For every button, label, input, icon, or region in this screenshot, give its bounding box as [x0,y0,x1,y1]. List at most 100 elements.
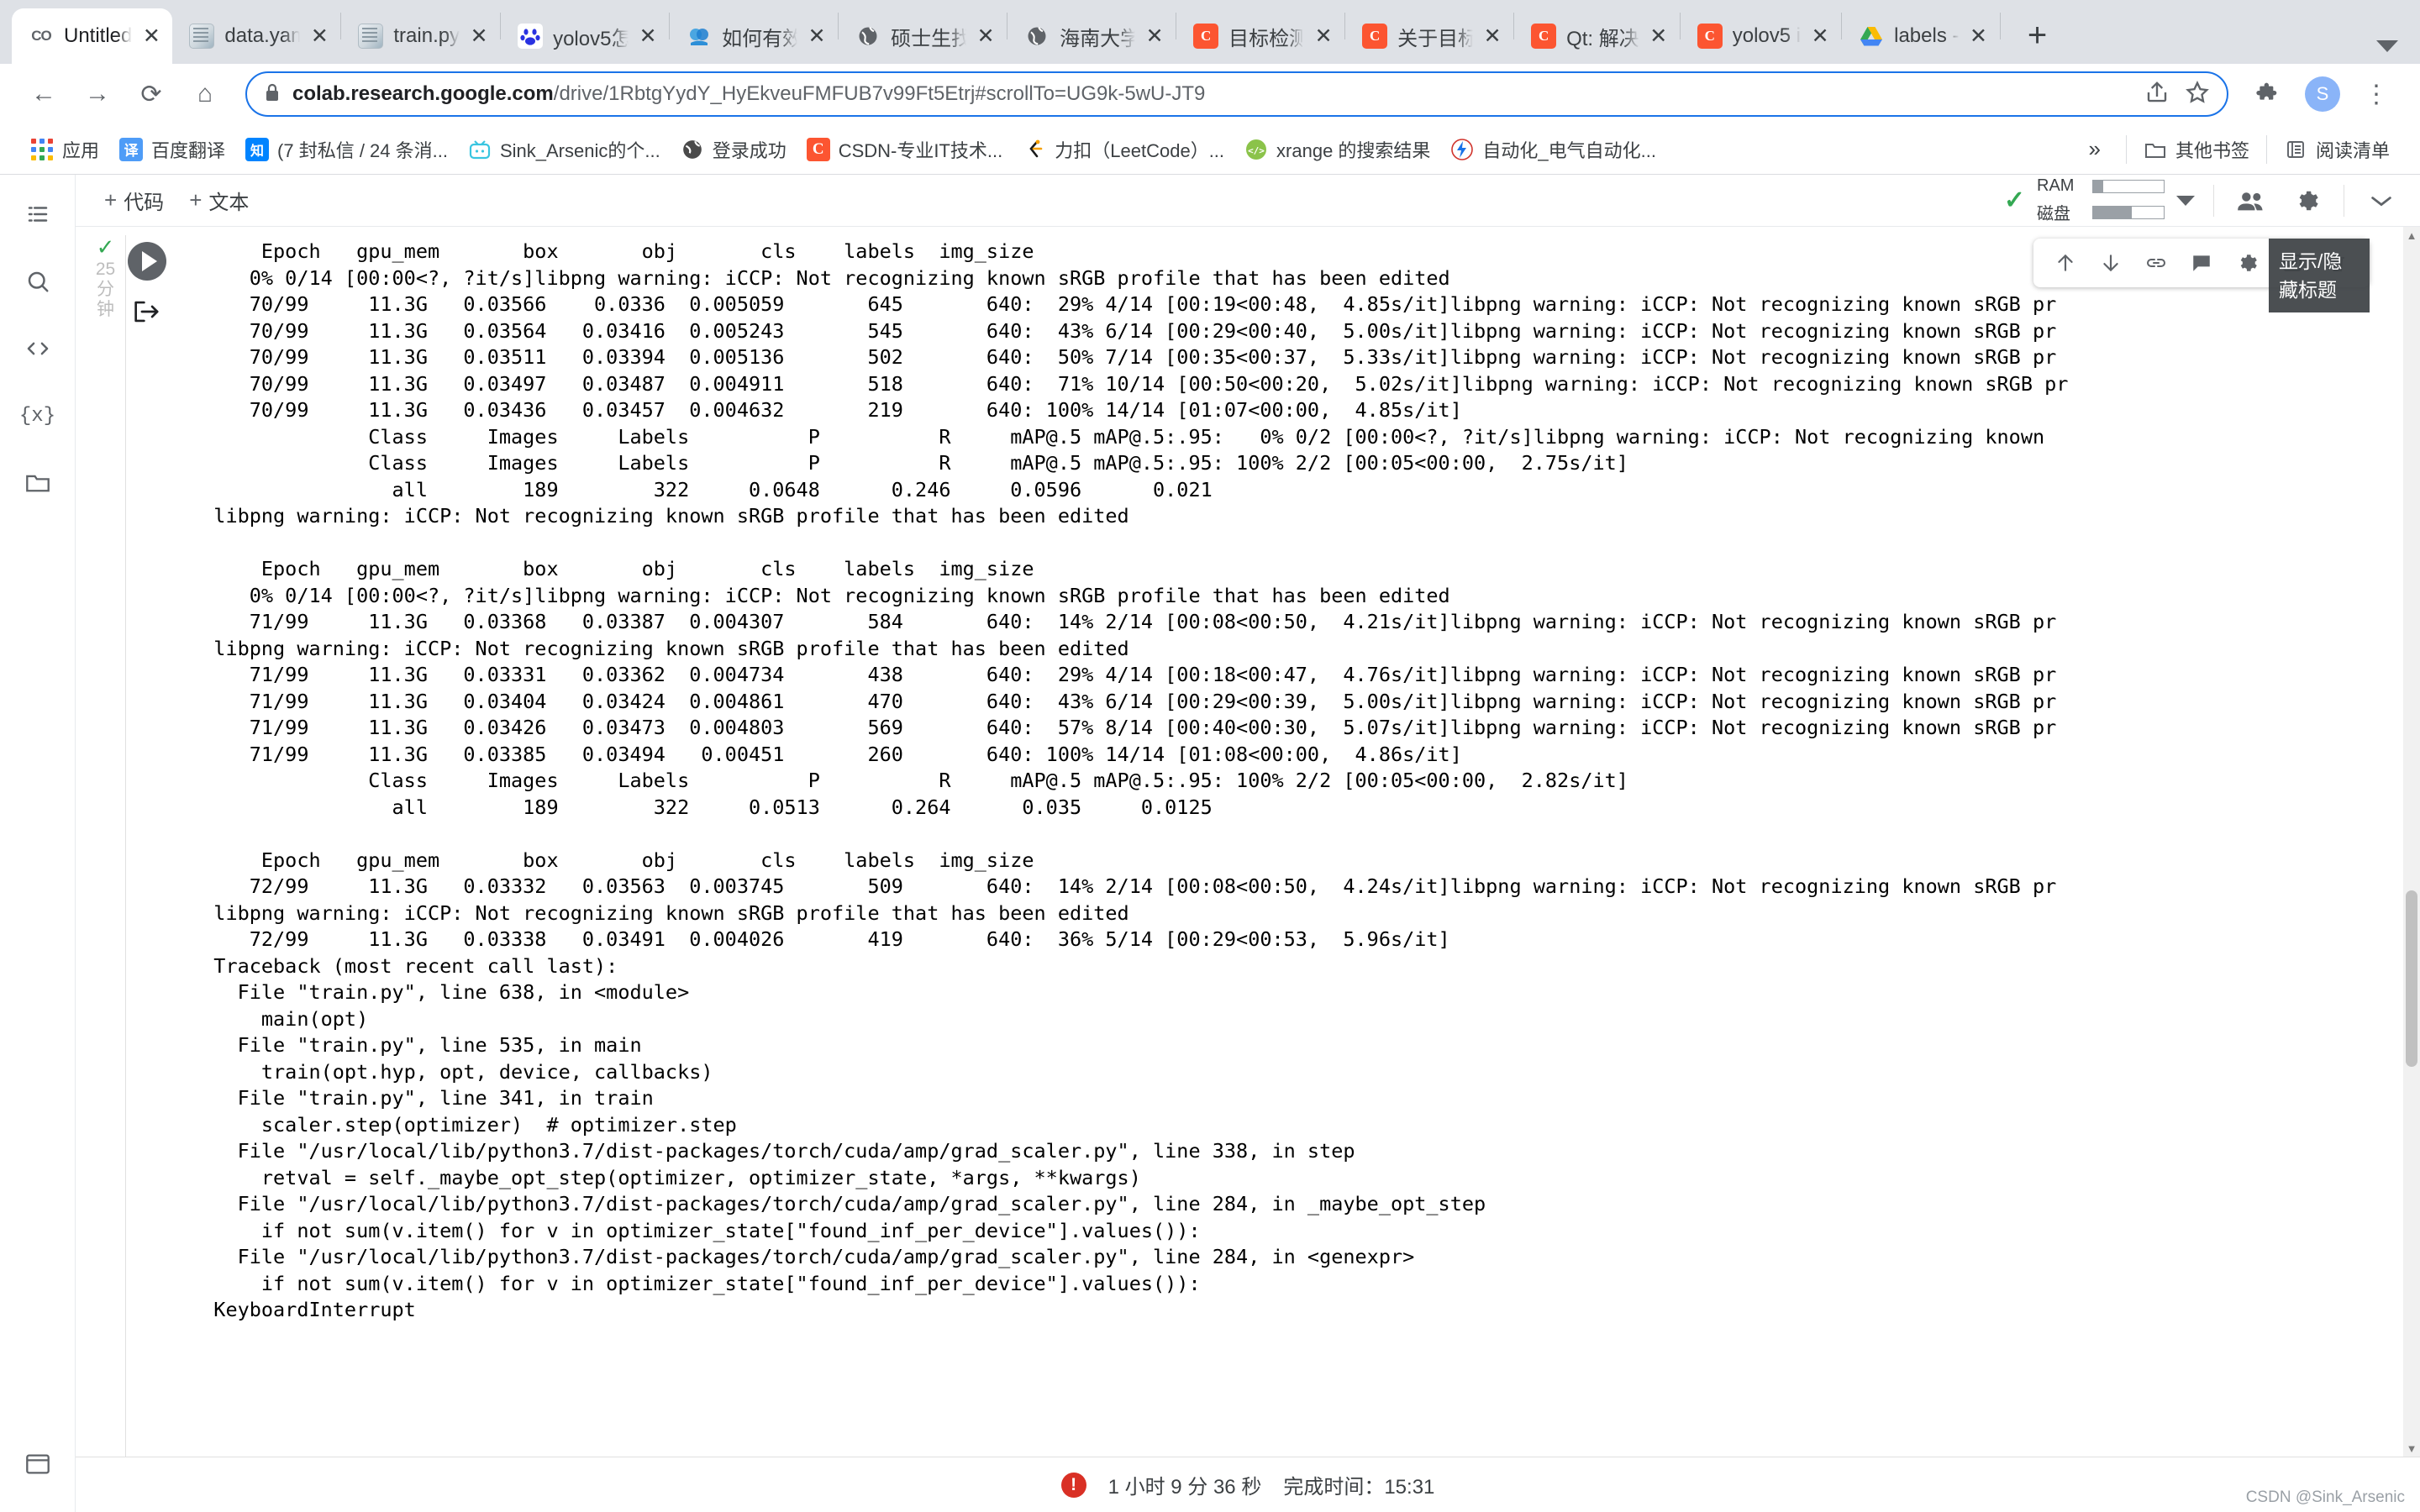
bookmark-apps[interactable]: 应用 [20,131,109,168]
tab-label: data.yaml [224,24,300,48]
bookmark-automation[interactable]: 自动化_电气自动化... [1440,131,1666,168]
tab-9[interactable]: C Qt: 解决 ✕ [1514,8,1680,64]
globe-icon [1024,24,1050,49]
bookmark-bilibili[interactable]: Sink_Arsenic的个... [458,131,671,168]
tab-close-icon[interactable]: ✕ [639,26,657,47]
tab-label: yolov5怎 [553,22,629,51]
tab-2[interactable]: train.py ✕ [341,8,500,64]
bookmarks-overflow-button[interactable]: » [2070,136,2119,162]
url-text: colab.research.google.com/drive/1RbtgYyd… [292,82,2133,106]
chevron-down-icon[interactable] [2363,182,2400,219]
search-icon[interactable] [15,259,60,304]
tab-close-icon[interactable]: ✕ [1649,26,1668,47]
scroll-down-arrow[interactable]: ▼ [2403,1440,2420,1457]
scrollbar-thumb[interactable] [2406,890,2417,1067]
gear-icon[interactable] [2288,182,2325,219]
tab-8[interactable]: C 关于目标 ✕ [1345,8,1513,64]
people-icon[interactable] [2233,182,2270,219]
tab-label: 关于目标 [1397,22,1473,51]
tab-5[interactable]: 硕士生找 ✕ [839,8,1007,64]
reload-button[interactable]: ⟳ [126,69,176,119]
tab-close-icon[interactable]: ✕ [1811,26,1829,47]
table-of-contents-icon[interactable] [15,192,60,237]
tab-7[interactable]: C 目标检测 ✕ [1176,8,1344,64]
tab-10[interactable]: C yolov5 i ✕ [1681,8,1841,64]
bookmark-login[interactable]: 登录成功 [671,131,797,168]
baidu-translate-icon: 译 [119,138,143,161]
tab-close-icon[interactable]: ✕ [310,26,329,47]
chevron-down-icon[interactable] [2176,196,2195,206]
bookmark-xrange[interactable]: </> xrange 的搜索结果 [1234,131,1440,168]
terminal-icon[interactable] [15,1441,60,1487]
tab-label: yolov5 i [1733,24,1801,48]
add-text-cell-button[interactable]: + 文本 [189,186,249,215]
tab-3[interactable]: yolov5怎 ✕ [501,8,669,64]
star-icon[interactable] [2185,80,2210,109]
new-tab-button[interactable]: + [2014,12,2061,59]
url-domain: colab.research.google.com [292,82,554,105]
tab-close-icon[interactable]: ✕ [808,26,826,47]
lightning-icon [1450,138,1474,161]
bookmark-label: (7 封私信 / 24 条消... [277,136,448,163]
comment-icon[interactable] [2183,244,2220,281]
variables-icon[interactable]: {x} [15,393,60,438]
chevron-down-icon [2376,40,2398,52]
link-icon[interactable] [2138,244,2175,281]
google-drive-icon [1859,24,1884,49]
url-path: /drive/1RbtgYydY_HyEkveuFMFUB7v99Ft5Etrj… [554,82,1206,105]
arrow-down-icon[interactable] [2092,244,2129,281]
console-output-text: Epoch gpu_mem box obj cls labels img_siz… [160,239,2420,1324]
bookmark-label: CSDN-专业IT技术... [839,136,1003,163]
tab-list-dropdown[interactable] [2376,40,2398,52]
bookmark-label: 应用 [62,136,99,163]
extensions-icon[interactable] [2244,69,2294,119]
vertical-scrollbar[interactable]: ▲ ▼ [2403,227,2420,1457]
tab-11[interactable]: labels - ✕ [1842,8,1999,64]
bilibili-icon [468,138,492,161]
tab-0[interactable]: CO Untitled ✕ [12,8,172,64]
tab-close-icon[interactable]: ✕ [1145,26,1164,47]
apps-grid-icon [30,138,54,161]
share-icon[interactable] [2144,80,2170,109]
tab-close-icon[interactable]: ✕ [142,26,160,47]
tab-close-icon[interactable]: ✕ [470,26,488,47]
tab-close-icon[interactable]: ✕ [1970,26,1988,47]
resource-usage[interactable]: ✓ RAM 磁盘 [2004,176,2195,224]
avatar[interactable]: S [2297,69,2348,119]
tab-close-icon[interactable]: ✕ [1314,26,1333,47]
bookmark-leetcode[interactable]: 力扣（LeetCode）... [1013,131,1234,168]
colab-toolbar: + 代码 + 文本 ✓ RAM [76,175,2420,227]
csdn-icon: C [1362,24,1387,49]
add-code-cell-button[interactable]: + 代码 [104,186,164,215]
other-bookmarks-button[interactable]: 其他书签 [2133,131,2260,168]
kebab-menu-icon[interactable]: ⋮ [2351,69,2402,119]
back-button[interactable]: ← [18,69,69,119]
forward-button[interactable]: → [72,69,123,119]
bookmark-csdn[interactable]: C CSDN-专业IT技术... [797,131,1013,168]
address-bar[interactable]: colab.research.google.com/drive/1RbtgYyd… [245,71,2228,117]
bookmark-zhihu[interactable]: 知 (7 封私信 / 24 条消... [235,131,458,168]
files-icon[interactable] [15,460,60,506]
plus-icon: + [189,187,202,213]
globe-dark-icon [681,138,704,161]
tab-close-icon[interactable]: ✕ [976,26,995,47]
cell-gutter: ✓ 25 分 钟 [76,227,160,1457]
scroll-up-arrow[interactable]: ▲ [2403,227,2420,244]
tab-separator [2000,13,2001,39]
execution-time-label: 25 分 钟 [96,260,115,320]
code-snippets-icon[interactable] [15,326,60,371]
bookmark-baidu-translate[interactable]: 译 百度翻译 [109,131,235,168]
home-button[interactable]: ⌂ [180,69,230,119]
arrow-up-icon[interactable] [2047,244,2084,281]
elapsed-time-label: 1 小时 9 分 36 秒 [1108,1470,1262,1499]
tab-1[interactable]: data.yaml ✕ [172,8,340,64]
completed-time-label: 完成时间：15:31 [1283,1470,1434,1499]
watermark: CSDN @Sink_Arsenic [2246,1488,2405,1507]
tab-close-icon[interactable]: ✕ [1483,26,1502,47]
gear-icon[interactable] [2228,244,2265,281]
tab-4[interactable]: 如何有效 ✕ [670,8,838,64]
bookmarks-bar: 应用 译 百度翻译 知 (7 封私信 / 24 条消... Sink_Arsen… [0,124,2420,175]
reading-list-button[interactable]: 阅读清单 [2274,131,2400,168]
exit-icon[interactable] [133,299,161,331]
tab-6[interactable]: 海南大学 ✕ [1007,8,1176,64]
